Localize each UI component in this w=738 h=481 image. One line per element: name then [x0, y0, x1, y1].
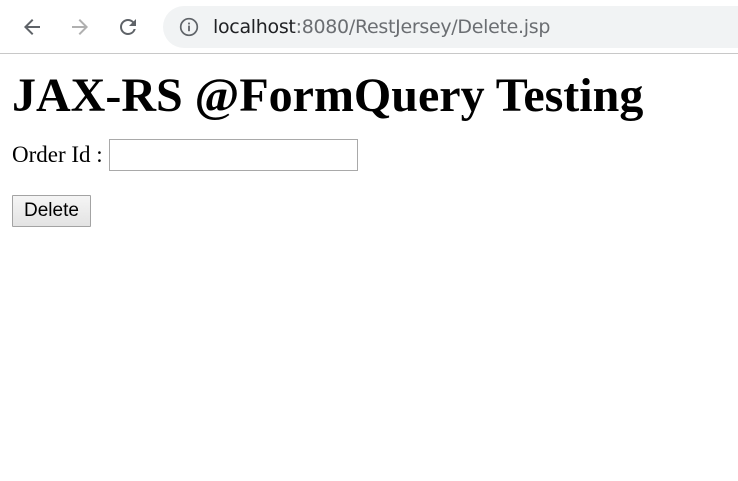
info-icon[interactable] — [179, 17, 199, 37]
page-content: JAX-RS @FormQuery Testing Order Id : Del… — [12, 54, 728, 227]
reload-icon — [120, 19, 136, 35]
url-host: localhost — [213, 16, 296, 38]
order-id-row: Order Id : — [12, 139, 728, 171]
forward-button[interactable] — [66, 13, 94, 41]
back-button[interactable] — [18, 13, 46, 41]
order-id-label: Order Id : — [12, 142, 103, 167]
address-bar[interactable]: localhost:8080/RestJersey/Delete.jsp — [163, 6, 738, 48]
url-path: :8080/RestJersey/Delete.jsp — [295, 16, 551, 38]
url-text: localhost:8080/RestJersey/Delete.jsp — [213, 16, 550, 38]
delete-button[interactable]: Delete — [12, 195, 91, 227]
order-id-input[interactable] — [108, 139, 358, 171]
browser-toolbar: localhost:8080/RestJersey/Delete.jsp — [0, 0, 738, 54]
reload-button[interactable] — [114, 13, 142, 41]
arrow-left-icon — [24, 19, 40, 35]
page-title: JAX-RS @FormQuery Testing — [12, 69, 644, 122]
arrow-right-icon — [72, 19, 88, 35]
